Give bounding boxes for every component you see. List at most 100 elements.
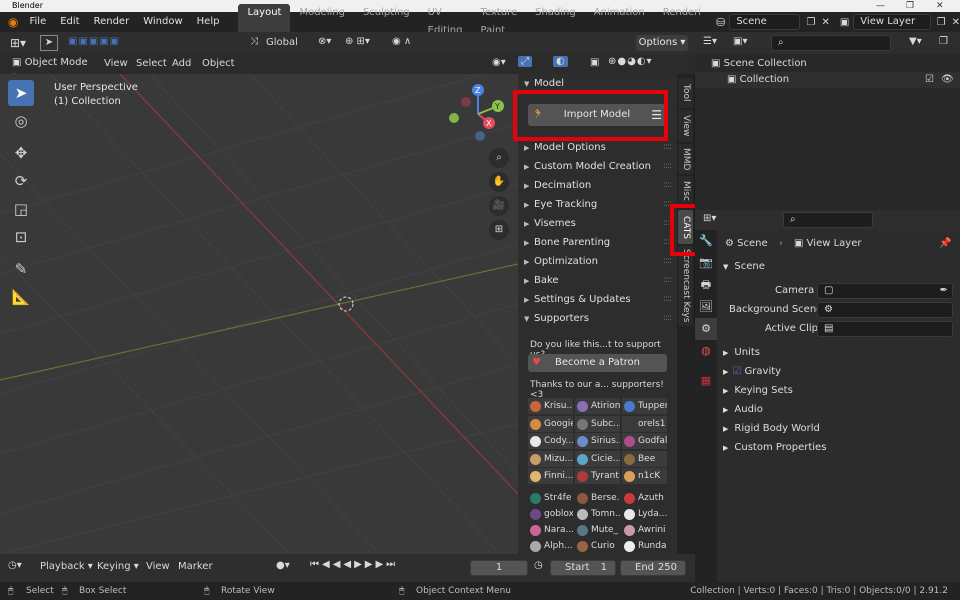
supporter-item[interactable]: Bee <box>622 450 667 467</box>
supporter-item[interactable]: goblox <box>528 506 573 522</box>
timeline-menu-playback[interactable]: Playback ▾ <box>40 561 93 572</box>
section-bake[interactable]: ▶ Bake:::: <box>518 271 677 290</box>
record-button-icon[interactable]: ●▾ <box>276 560 290 571</box>
collection-checkbox[interactable]: ☑ <box>925 72 934 88</box>
current-frame-field[interactable]: 1 <box>470 560 528 576</box>
delete-view-layer-icon[interactable]: ✕ <box>952 17 960 28</box>
supporter-item[interactable]: Alph... <box>528 538 573 554</box>
supporter-item[interactable]: Godfall <box>622 433 667 449</box>
transform-orientation-label[interactable]: Global <box>266 37 298 48</box>
supporter-item[interactable]: Lyda... <box>622 506 667 522</box>
timeline-menu-marker[interactable]: Marker <box>178 561 213 572</box>
pivot-icon[interactable]: ⊗▾ <box>318 36 331 47</box>
gizmo-toggle-icon[interactable]: ⤢ <box>518 56 532 67</box>
scale-tool-icon[interactable]: ◲ <box>8 196 34 222</box>
supporter-item[interactable]: Atirion <box>575 398 620 414</box>
supporter-item[interactable]: Cody... <box>528 433 573 449</box>
properties-search-input[interactable]: ⌕ <box>783 212 873 228</box>
outliner-editor-icon[interactable]: ☰▾ <box>703 36 717 47</box>
preview-range-icon[interactable]: ◷ <box>534 560 543 571</box>
section-visemes[interactable]: ▶ Visemes:::: <box>518 214 677 233</box>
supporter-item[interactable]: Mizu... <box>528 450 573 467</box>
supporter-item[interactable]: Berse... <box>575 490 620 506</box>
eyedropper-icon[interactable]: ✒ <box>940 284 948 298</box>
gravity-section[interactable]: ▶ ☑ Gravity <box>723 363 781 381</box>
section-decimation[interactable]: ▶ Decimation:::: <box>518 176 677 195</box>
supporter-item[interactable]: n1cK <box>622 468 667 484</box>
delete-scene-icon[interactable]: ✕ <box>821 17 829 28</box>
supporter-item[interactable]: Googie <box>528 415 573 432</box>
select-box-tool-icon[interactable]: ➤ <box>8 80 34 106</box>
tool-props-icon[interactable]: 🔧 <box>695 230 717 252</box>
section-bone-parenting[interactable]: ▶ Bone Parenting:::: <box>518 233 677 252</box>
menu-render[interactable]: Render <box>87 12 137 32</box>
3d-viewport[interactable]: User Perspective (1) Collection ➤ ◎ ✥ ⟳ … <box>0 74 518 554</box>
visibility-icon[interactable]: ◉▾ <box>492 57 506 68</box>
supporter-item[interactable]: Tupper <box>622 398 667 414</box>
gravity-checkbox[interactable]: ☑ <box>732 366 744 377</box>
new-collection-icon[interactable]: ❐ <box>939 36 948 47</box>
pan-view-icon[interactable]: ✋ <box>489 172 509 192</box>
viewport-menu-view[interactable]: View <box>104 58 128 69</box>
become-patron-button[interactable]: ♥ Become a Patron <box>528 354 667 372</box>
supporter-item[interactable]: Subc... <box>575 415 620 432</box>
display-mode-icon[interactable]: ▣▾ <box>733 36 747 47</box>
cursor-tool-icon[interactable]: ◎ <box>8 108 34 134</box>
outliner-row-collection[interactable]: ▣ Collection ☑ 👁 <box>695 72 960 88</box>
viewport-menu-select[interactable]: Select <box>136 58 167 69</box>
tab-view[interactable]: View <box>678 110 693 142</box>
timeline-menu-keying[interactable]: Keying ▾ <box>97 561 139 572</box>
playback-controls-icons[interactable]: ⏮◀◀◀▶▶▶⏭ <box>310 559 398 570</box>
units-section[interactable]: ▶ Units <box>723 344 760 362</box>
rotate-tool-icon[interactable]: ⟳ <box>8 168 34 194</box>
view-layer-selector[interactable]: View Layer <box>853 14 931 30</box>
supporter-item[interactable]: Cicie... <box>575 450 620 467</box>
timeline-menu-view[interactable]: View <box>146 561 170 572</box>
output-props-icon[interactable]: 🖶 <box>695 274 717 296</box>
viewport-menu-add[interactable]: Add <box>172 58 191 69</box>
proportional-edit-icon[interactable]: ◉ ∧ <box>392 36 411 47</box>
section-supporters[interactable]: ▼ Supporters:::: <box>518 309 677 328</box>
menu-edit[interactable]: Edit <box>53 12 86 32</box>
filter-icon[interactable]: ▼▾ <box>909 36 922 47</box>
zoom-view-icon[interactable]: ⌕ <box>489 148 509 168</box>
supporter-item[interactable]: Runda <box>622 538 667 554</box>
world-props-icon[interactable]: ◍ <box>695 340 717 362</box>
supporter-item[interactable]: Krisu... <box>528 398 573 414</box>
supporter-item[interactable]: Awrini <box>622 522 667 538</box>
render-props-icon[interactable]: 📷 <box>695 252 717 274</box>
custom-properties-section[interactable]: ▶ Custom Properties <box>723 439 826 457</box>
rigid-body-world-section[interactable]: ▶ Rigid Body World <box>723 420 820 438</box>
tab-mmd[interactable]: MMD <box>678 144 693 174</box>
section-custom-model-creation[interactable]: ▶ Custom Model Creation:::: <box>518 157 677 176</box>
supporter-item[interactable]: Nara... <box>528 522 573 538</box>
supporter-item[interactable]: Mute_ <box>575 522 620 538</box>
menu-window[interactable]: Window <box>136 12 189 32</box>
overlay-toggle-icon[interactable]: ◐ <box>553 56 568 67</box>
copy-scene-icon[interactable]: ❐ <box>806 17 815 28</box>
scene-selector[interactable]: Scene <box>729 14 801 30</box>
mode-selector[interactable]: ▣ Object Mode ▾ <box>6 56 96 82</box>
outliner-row-scene-collection[interactable]: ▣ Scene Collection <box>711 56 960 72</box>
copy-view-layer-icon[interactable]: ❐ <box>937 17 946 28</box>
start-frame-field[interactable]: Start 1 <box>550 560 616 576</box>
keying-sets-section[interactable]: ▶ Keying Sets <box>723 382 793 400</box>
shading-mode-icons[interactable]: ⊕●◕◐▾ <box>608 56 653 67</box>
minimize-button[interactable]: — <box>876 0 885 12</box>
end-frame-field[interactable]: End 250 <box>620 560 686 576</box>
section-settings-updates[interactable]: ▶ Settings & Updates:::: <box>518 290 677 309</box>
visibility-eye-icon[interactable]: 👁 <box>941 72 954 88</box>
menu-file[interactable]: File <box>22 12 53 32</box>
tab-tool[interactable]: Tool <box>678 78 693 108</box>
active-clip-field[interactable]: ▤ <box>817 321 953 337</box>
menu-help[interactable]: Help <box>190 12 227 32</box>
xray-icon[interactable]: ▣ <box>590 57 599 68</box>
pin-icon[interactable]: 📌 <box>939 236 951 252</box>
background-scene-field[interactable]: ⚙ <box>817 302 953 318</box>
camera-field[interactable]: ▢ ✒ <box>817 283 953 299</box>
select-tool-icon[interactable]: ➤ <box>40 35 58 51</box>
supporter-item[interactable]: Curio <box>575 538 620 554</box>
transform-tool-icon[interactable]: ⊡ <box>8 224 34 250</box>
scene-panel-header[interactable]: ▼ Scene <box>723 258 765 276</box>
view-layer-props-icon[interactable]: 🖼 <box>695 296 717 318</box>
